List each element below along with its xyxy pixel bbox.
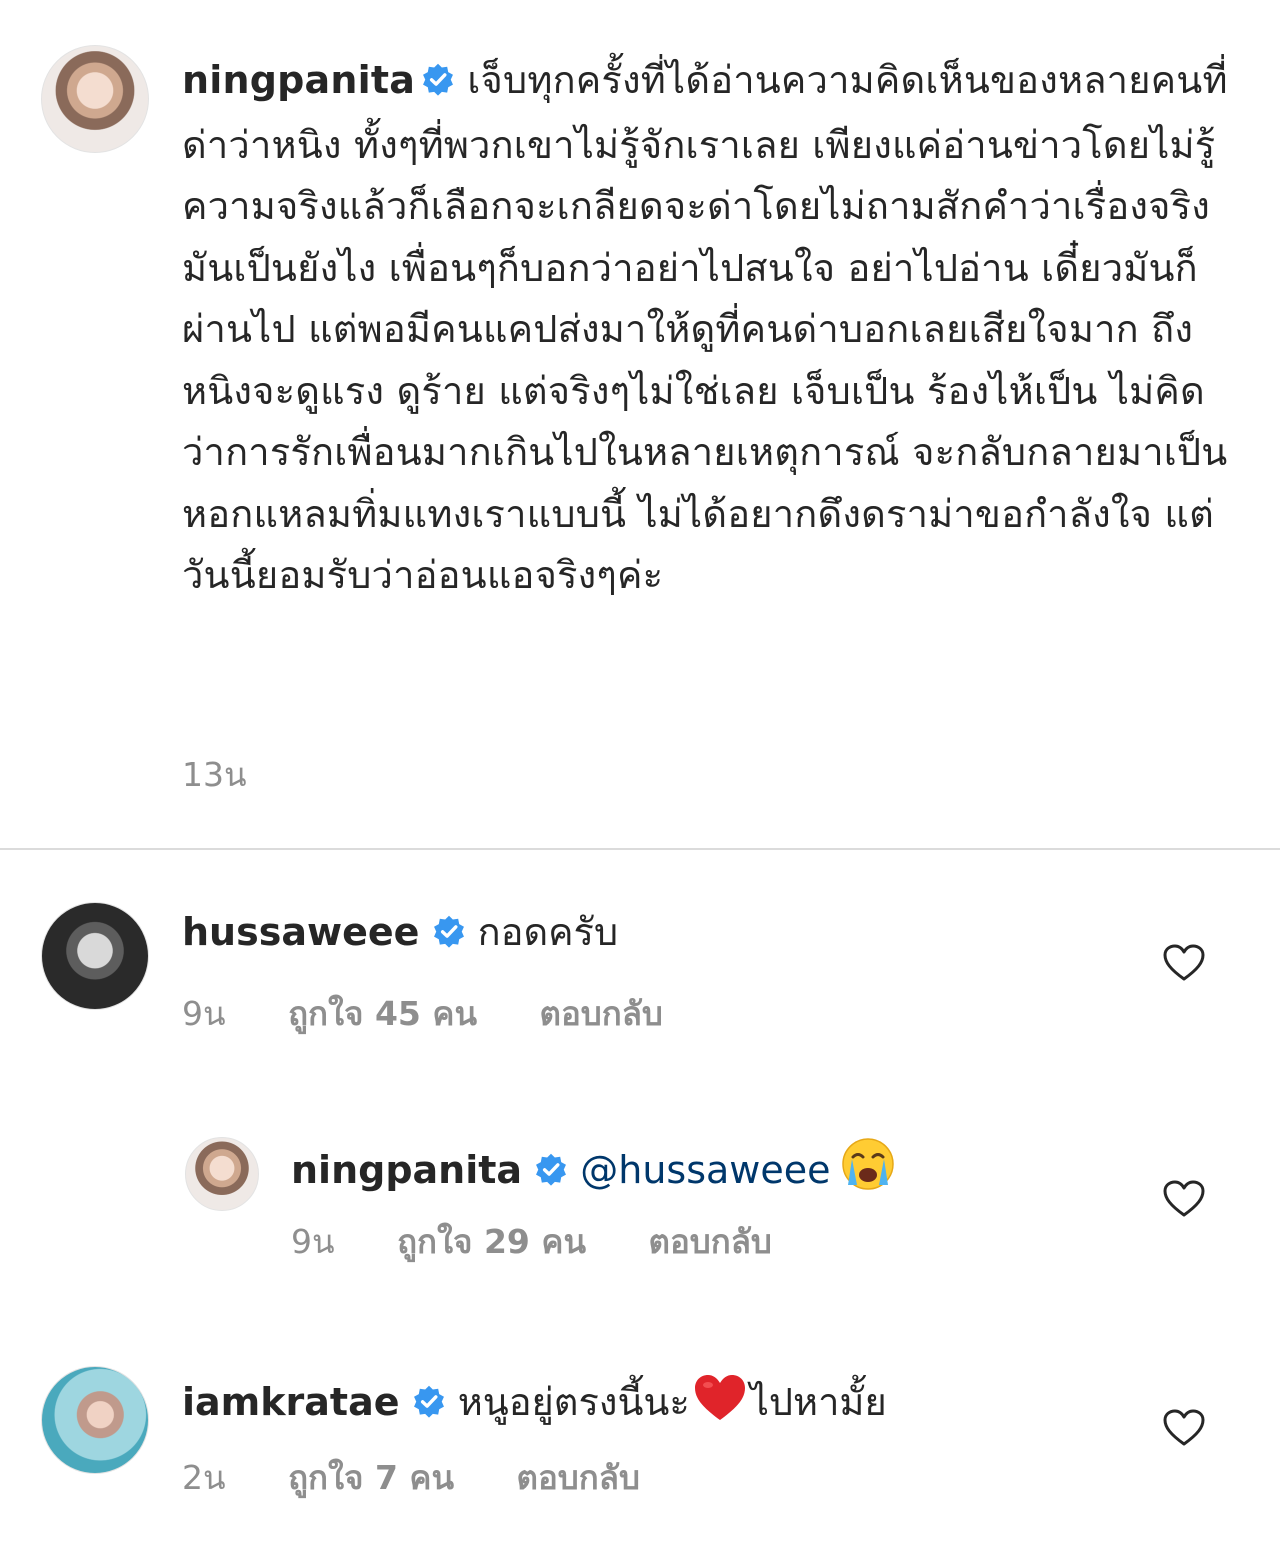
comment-username[interactable]: ningpanita bbox=[291, 1148, 522, 1192]
avatar-hussaweee[interactable] bbox=[41, 902, 149, 1010]
comment-text: กอดครับ bbox=[477, 910, 619, 954]
comment-ningpanita-reply: ningpanita @hussaweee bbox=[291, 1137, 895, 1202]
comment-text-part2: ไปหามั้ย bbox=[749, 1380, 887, 1424]
comment-time: 2น bbox=[182, 1458, 226, 1497]
comment-meta: 9น ถูกใจ 45 คน ตอบกลับ bbox=[182, 994, 715, 1034]
comment-likes[interactable]: ถูกใจ 45 คน bbox=[288, 994, 477, 1033]
reply-button[interactable]: ตอบกลับ bbox=[540, 994, 663, 1033]
red-heart-emoji bbox=[692, 1373, 748, 1434]
caption-text: เจ็บทุกครั้งที่ได้อ่านความคิดเห็นของหลาย… bbox=[182, 58, 1228, 597]
avatar-ningpanita[interactable] bbox=[41, 45, 149, 153]
comment-likes[interactable]: ถูกใจ 29 คน bbox=[397, 1222, 586, 1261]
reply-button[interactable]: ตอบกลับ bbox=[517, 1458, 640, 1497]
comment-meta: 2น ถูกใจ 7 คน ตอบกลับ bbox=[182, 1458, 692, 1498]
comment-text-part1: หนูอยู่ตรงนี้นะ bbox=[457, 1380, 690, 1424]
avatar-iamkratae[interactable] bbox=[41, 1366, 149, 1474]
verified-badge-icon bbox=[421, 53, 455, 115]
caption-username[interactable]: ningpanita bbox=[182, 58, 415, 102]
comment-time: 9น bbox=[291, 1222, 335, 1261]
comment-meta: 9น ถูกใจ 29 คน ตอบกลับ bbox=[291, 1222, 824, 1262]
avatar-ningpanita-reply[interactable] bbox=[185, 1137, 259, 1211]
comment-time: 9น bbox=[182, 994, 226, 1033]
comments-screen: ningpanita เจ็บทุกครั้งที่ได้อ่านความคิด… bbox=[0, 0, 1280, 1555]
heart-outline-icon[interactable] bbox=[1162, 1408, 1206, 1448]
verified-badge-icon bbox=[412, 1381, 446, 1429]
verified-badge-icon bbox=[432, 911, 466, 959]
divider bbox=[0, 848, 1280, 850]
caption-time: 13น bbox=[182, 755, 247, 794]
reply-button[interactable]: ตอบกลับ bbox=[649, 1222, 772, 1261]
comment-hussaweee: hussaweee กอดครับ bbox=[182, 908, 618, 959]
mention-link[interactable]: @hussaweee bbox=[580, 1148, 830, 1192]
heart-outline-icon[interactable] bbox=[1162, 1179, 1206, 1219]
crying-face-emoji bbox=[841, 1137, 895, 1202]
comment-username[interactable]: iamkratae bbox=[182, 1380, 400, 1424]
comment-iamkratae: iamkratae หนูอยู่ตรงนี้นะ ไปหามั้ย bbox=[182, 1373, 887, 1434]
comment-likes[interactable]: ถูกใจ 7 คน bbox=[288, 1458, 454, 1497]
verified-badge-icon bbox=[534, 1149, 568, 1197]
post-caption: ningpanita เจ็บทุกครั้งที่ได้อ่านความคิด… bbox=[182, 50, 1242, 607]
comment-username[interactable]: hussaweee bbox=[182, 910, 419, 954]
heart-outline-icon[interactable] bbox=[1162, 943, 1206, 983]
